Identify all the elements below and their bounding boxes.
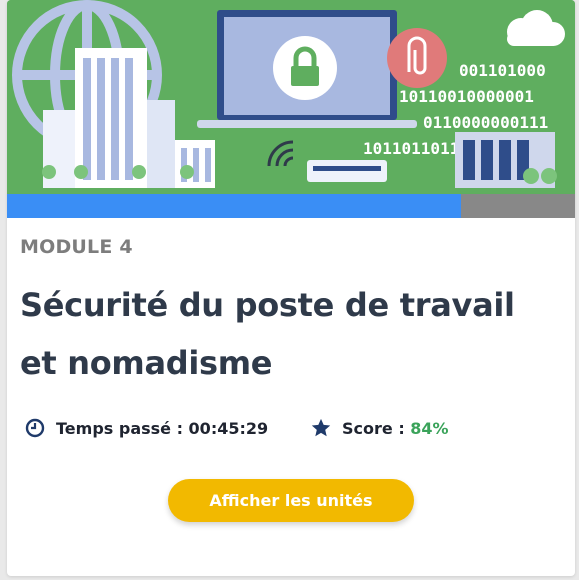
paperclip-icon	[387, 28, 447, 88]
module-number: MODULE 4	[20, 236, 133, 258]
module-card: 001101000 10110010000001 0110000000111 1…	[7, 0, 575, 576]
svg-text:001101000: 001101000	[459, 61, 546, 80]
clock-icon	[24, 417, 46, 439]
svg-text:0110000000111: 0110000000111	[423, 113, 548, 132]
svg-text:10110010000001: 10110010000001	[399, 87, 534, 106]
svg-text:1011011011: 1011011011	[363, 139, 459, 158]
star-icon	[310, 417, 332, 439]
module-progress-bar	[7, 194, 575, 218]
module-banner-illustration: 001101000 10110010000001 0110000000111 1…	[7, 0, 575, 194]
module-title: Sécurité du poste de travail et nomadism…	[20, 286, 515, 382]
time-spent: Temps passé : 00:45:29	[24, 416, 268, 440]
module-progress-fill	[7, 194, 462, 218]
padlock-icon	[273, 36, 337, 100]
score-value: 84%	[410, 418, 449, 438]
time-spent-label: Temps passé : 00:45:29	[56, 418, 269, 438]
show-units-button[interactable]: Afficher les unités	[168, 479, 414, 522]
score: Score : 84%	[310, 416, 449, 440]
score-label: Score :	[342, 418, 411, 438]
